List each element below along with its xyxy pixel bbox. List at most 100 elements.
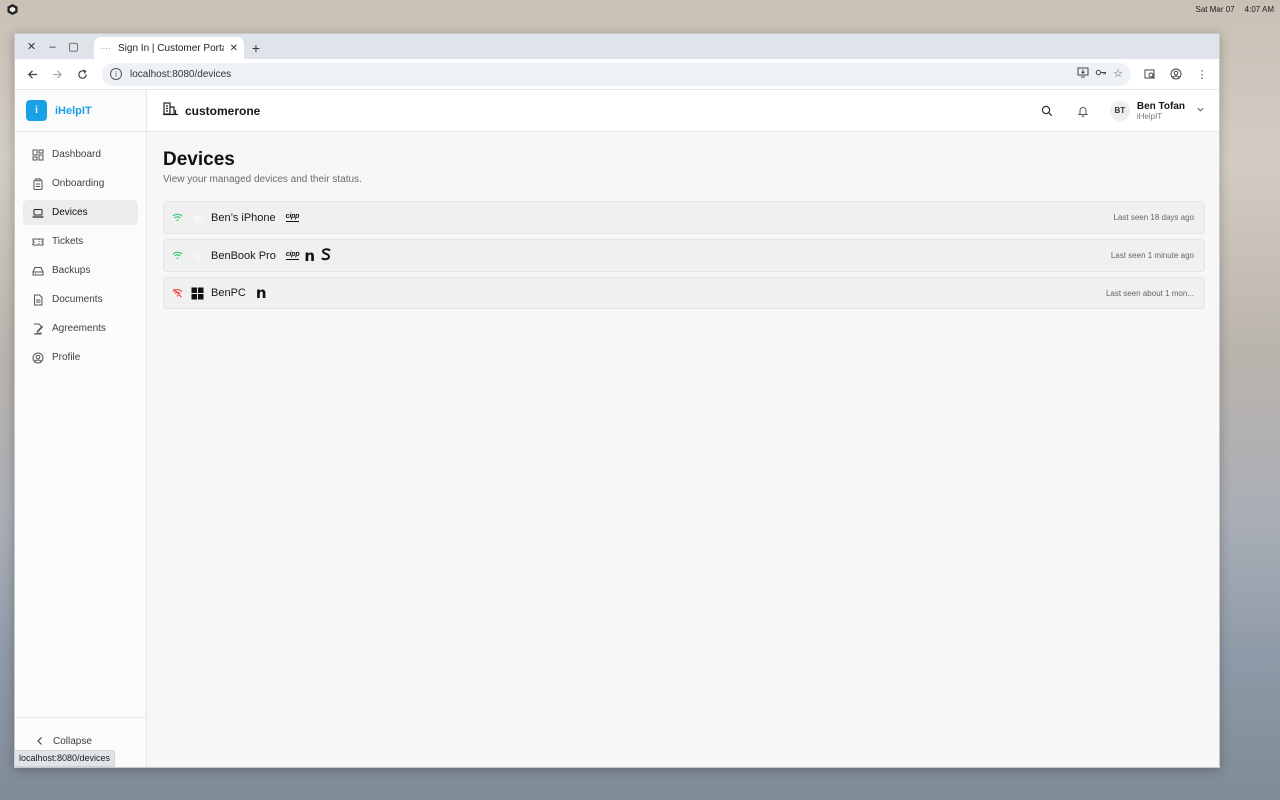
sidebar-item-label: Tickets: [52, 236, 84, 247]
device-list: Ben’s iPhone cipp Last seen 18 days ago: [163, 201, 1205, 309]
toolbar-right: ⋮: [1139, 63, 1213, 85]
device-row[interactable]: BenBook Pro cipp n Last seen 1 minute ag…: [163, 239, 1205, 272]
system-time: 4:07 AM: [1244, 4, 1274, 14]
chevron-down-icon: [1196, 105, 1205, 116]
new-tab-icon[interactable]: +: [244, 37, 268, 59]
system-date: Sat Mar 07: [1195, 4, 1235, 14]
user-circle-icon: [32, 352, 44, 364]
ninja-logo-icon: n: [255, 284, 267, 302]
user-menu[interactable]: BT Ben Tofan iHelpIT: [1109, 100, 1205, 121]
minimize-window-icon[interactable]: –: [42, 36, 63, 57]
password-key-icon[interactable]: [1095, 67, 1107, 81]
ticket-icon: [32, 236, 44, 248]
browser-toolbar: i localhost:8080/devices ☆ ⋮: [15, 59, 1219, 90]
clipboard-icon: [32, 177, 44, 190]
sidebar-item-label: Devices: [52, 207, 88, 218]
page-title: Devices: [163, 149, 235, 170]
tab-favicon-icon: ····: [100, 43, 111, 53]
document-icon: [32, 294, 44, 306]
sidebar-item-label: Onboarding: [52, 178, 105, 189]
tab-title: Sign In | Customer Portal: [118, 42, 224, 54]
search-icon[interactable]: [1038, 102, 1056, 120]
device-name: Ben’s iPhone: [211, 211, 276, 224]
forward-icon[interactable]: [46, 63, 69, 86]
sidebar-item-label: Dashboard: [52, 149, 101, 160]
brand-logo-icon: i: [26, 100, 47, 121]
sidebar-item-onboarding[interactable]: Onboarding: [23, 171, 138, 196]
system-clock[interactable]: Sat Mar 07 4:07 AM: [1196, 5, 1275, 14]
system-top-bar: Sat Mar 07 4:07 AM: [0, 0, 1280, 18]
organization-icon: [163, 102, 179, 119]
cipp-logo-icon: cipp: [285, 251, 300, 260]
device-name: BenPC: [211, 287, 246, 299]
app-shell: i iHelpIT Dashboard Onboarding Devices T…: [15, 90, 1219, 767]
hard-drive-icon: [32, 265, 44, 277]
wifi-online-icon: [171, 212, 183, 224]
last-seen: Last seen about 1 mon...: [1105, 288, 1194, 298]
device-row[interactable]: BenPC n Last seen about 1 mon...: [163, 277, 1205, 309]
apple-icon: [190, 211, 204, 225]
device-tags: n: [255, 284, 267, 302]
device-tags: cipp n: [285, 246, 332, 265]
browser-tab[interactable]: ···· Sign In | Customer Portal ✕: [94, 37, 244, 59]
brand-name: iHelpIT: [55, 104, 92, 117]
sidebar-menu: Dashboard Onboarding Devices Tickets Bac…: [15, 132, 146, 384]
sidebar-item-label: Profile: [52, 352, 81, 363]
user-name: Ben Tofan: [1136, 100, 1185, 112]
omnibox-actions: ☆: [1077, 67, 1123, 81]
dashboard-icon: [32, 149, 44, 161]
tab-strip: ✕ – ▢ ···· Sign In | Customer Portal ✕ +: [15, 34, 1219, 59]
tab-search-icon[interactable]: [1139, 63, 1161, 85]
sidebar-item-label: Documents: [52, 294, 103, 305]
s-logo-icon: [320, 248, 332, 263]
user-org: iHelpIT: [1136, 111, 1163, 121]
apple-icon: [190, 249, 204, 263]
close-window-icon[interactable]: ✕: [21, 36, 42, 57]
brand[interactable]: i iHelpIT: [15, 90, 146, 132]
ninja-logo-icon: n: [304, 246, 316, 265]
sidebar-item-agreements[interactable]: Agreements: [23, 316, 138, 341]
sidebar: i iHelpIT Dashboard Onboarding Devices T…: [15, 90, 147, 767]
page-subtitle: View your managed devices and their stat…: [163, 174, 362, 185]
address-bar[interactable]: i localhost:8080/devices ☆: [102, 62, 1131, 86]
browser-menu-icon[interactable]: ⋮: [1191, 63, 1213, 85]
device-row[interactable]: Ben’s iPhone cipp Last seen 18 days ago: [163, 201, 1205, 234]
org-name: customerone: [185, 103, 261, 118]
close-tab-icon[interactable]: ✕: [230, 43, 238, 54]
sidebar-item-documents[interactable]: Documents: [23, 287, 138, 312]
profile-icon[interactable]: [1165, 63, 1187, 85]
main-content: customerone BT Ben Tofan iHelpIT Devices…: [147, 90, 1219, 767]
sidebar-item-profile[interactable]: Profile: [23, 345, 138, 370]
back-icon[interactable]: [21, 63, 44, 86]
device-name: BenBook Pro: [211, 249, 276, 262]
windows-icon: [190, 286, 204, 300]
device-tags: cipp: [285, 213, 300, 222]
sidebar-item-backups[interactable]: Backups: [23, 258, 138, 283]
collapse-label: Collapse: [53, 736, 92, 747]
bell-icon[interactable]: [1074, 102, 1092, 120]
header-actions: BT Ben Tofan iHelpIT: [1038, 100, 1205, 121]
reload-icon[interactable]: [71, 63, 94, 86]
last-seen: Last seen 18 days ago: [1113, 213, 1194, 222]
bookmark-star-icon[interactable]: ☆: [1113, 67, 1123, 81]
system-logo-icon[interactable]: [6, 3, 18, 15]
cipp-logo-icon: cipp: [285, 213, 300, 222]
sidebar-item-label: Agreements: [52, 323, 106, 334]
window-controls: ✕ – ▢: [15, 34, 84, 59]
chevron-left-icon: [35, 736, 45, 749]
sidebar-item-label: Backups: [52, 265, 91, 276]
sidebar-item-dashboard[interactable]: Dashboard: [23, 142, 138, 167]
browser-window: ✕ – ▢ ···· Sign In | Customer Portal ✕ +…: [14, 33, 1220, 768]
top-header: customerone BT Ben Tofan iHelpIT: [147, 90, 1219, 132]
wifi-off-icon: [171, 287, 183, 299]
install-app-icon[interactable]: [1077, 67, 1089, 81]
avatar: BT: [1109, 100, 1130, 121]
sidebar-item-tickets[interactable]: Tickets: [23, 229, 138, 254]
laptop-icon: [32, 207, 44, 219]
maximize-window-icon[interactable]: ▢: [63, 36, 84, 57]
last-seen: Last seen 1 minute ago: [1110, 251, 1194, 260]
site-info-icon[interactable]: i: [110, 68, 122, 80]
sidebar-item-devices[interactable]: Devices: [23, 200, 138, 225]
org-switcher[interactable]: customerone: [163, 102, 260, 119]
wifi-online-icon: [171, 250, 183, 262]
